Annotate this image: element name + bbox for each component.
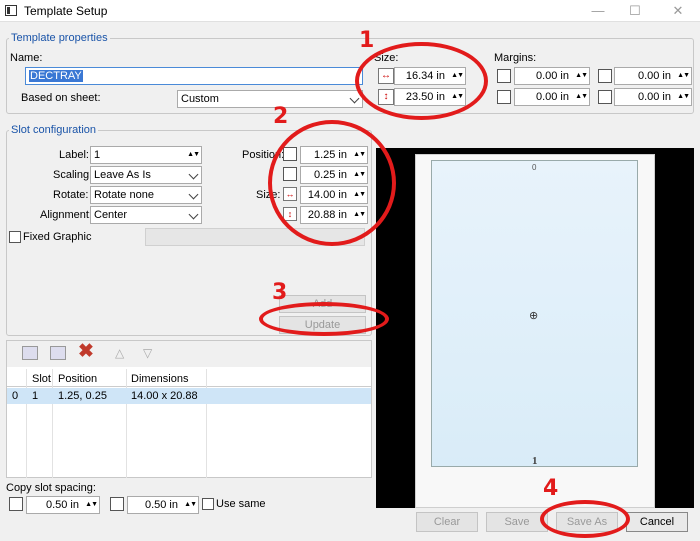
col-divider <box>26 369 27 478</box>
preview-bottom-label: 1 <box>532 455 538 467</box>
annotation-ring-1 <box>355 42 488 120</box>
margin-left-spinbox[interactable]: 0.00 in ▲▼ <box>514 67 590 85</box>
rotate-label: Rotate: <box>53 189 89 201</box>
chevron-down-icon <box>188 209 199 220</box>
col-header-dimensions[interactable]: Dimensions <box>131 373 188 385</box>
margin-left-icon <box>497 69 511 83</box>
row-slot: 1 <box>32 390 39 402</box>
scaling-label: Scaling: <box>53 169 93 181</box>
chevron-down-icon <box>188 169 199 180</box>
template-properties-legend: Template properties <box>9 32 110 44</box>
margin-top-value: 0.00 in <box>637 70 671 82</box>
label-spinbox[interactable]: 1 ▲▼ <box>90 146 202 164</box>
margin-top-icon <box>598 69 612 83</box>
annotation-ring-2 <box>268 120 396 246</box>
col-divider <box>126 369 127 478</box>
spin-arrows-icon[interactable]: ▲▼ <box>575 68 588 84</box>
margin-top-spinbox[interactable]: 0.00 in ▲▼ <box>614 67 692 85</box>
scaling-value: Leave As Is <box>94 169 151 181</box>
col-divider <box>206 369 207 478</box>
alignment-value: Center <box>94 209 128 221</box>
rotate-select[interactable]: Rotate none <box>90 186 202 204</box>
horizontal-spacing-icon <box>9 497 23 511</box>
horizontal-spacing-spinbox[interactable]: 0.50 in ▲▼ <box>26 496 100 514</box>
paste-slot-icon[interactable] <box>50 346 66 360</box>
move-up-icon[interactable]: △ <box>115 346 124 360</box>
based-on-select[interactable]: Custom <box>177 90 363 108</box>
based-on-value: Custom <box>181 93 219 105</box>
margin-left-value: 0.00 in <box>535 70 569 82</box>
margin-right-icon <box>497 90 511 104</box>
margin-right-value: 0.00 in <box>535 91 569 103</box>
annotation-ring-3 <box>259 302 389 336</box>
copy-spacing-label: Copy slot spacing: <box>6 482 96 494</box>
label-value: 1 <box>94 149 101 161</box>
delete-icon[interactable]: ✖ <box>78 342 94 362</box>
app-icon <box>5 5 17 16</box>
margin-bottom-icon <box>598 90 612 104</box>
row-index: 0 <box>12 390 19 402</box>
scaling-select[interactable]: Leave As Is <box>90 166 202 184</box>
close-icon[interactable]: ✕ <box>668 2 688 20</box>
preview-top-label: 0 <box>532 163 537 172</box>
cancel-button[interactable]: Cancel <box>626 512 688 532</box>
save-button[interactable]: Save <box>486 512 548 532</box>
annotation-4: 4 <box>543 476 559 501</box>
minimize-icon[interactable]: — <box>588 2 608 20</box>
margin-bottom-value: 0.00 in <box>637 91 671 103</box>
spin-arrows-icon[interactable]: ▲▼ <box>575 89 588 105</box>
spin-arrows-icon[interactable]: ▲▼ <box>677 68 690 84</box>
window-title: Template Setup <box>24 4 108 18</box>
col-divider <box>52 369 53 478</box>
clear-button[interactable]: Clear <box>416 512 478 532</box>
spin-arrows-icon[interactable]: ▲▼ <box>184 497 197 513</box>
annotation-3: 3 <box>272 280 288 305</box>
name-value: DECTRAY <box>29 70 83 82</box>
spin-arrows-icon[interactable]: ▲▼ <box>85 497 98 513</box>
based-on-label: Based on sheet: <box>21 92 101 104</box>
vertical-spacing-spinbox[interactable]: 0.50 in ▲▼ <box>127 496 199 514</box>
margin-right-spinbox[interactable]: 0.00 in ▲▼ <box>514 88 590 106</box>
annotation-ring-4 <box>540 500 630 538</box>
fixed-graphic-label: Fixed Graphic <box>23 231 92 243</box>
name-input[interactable]: DECTRAY <box>25 67 363 85</box>
margin-bottom-spinbox[interactable]: 0.00 in ▲▼ <box>614 88 692 106</box>
fixed-graphic-checkbox[interactable] <box>9 231 21 243</box>
alignment-select[interactable]: Center <box>90 206 202 224</box>
name-label: Name: <box>10 52 43 64</box>
crosshair-icon: ⊕ <box>529 310 539 322</box>
use-same-checkbox[interactable] <box>202 498 214 510</box>
use-same-label: Use same <box>216 498 266 510</box>
row-dimensions: 14.00 x 20.88 <box>131 390 198 402</box>
vertical-spacing-icon <box>110 497 124 511</box>
rotate-value: Rotate none <box>94 189 154 201</box>
vertical-spacing-value: 0.50 in <box>144 499 178 511</box>
chevron-down-icon <box>188 189 199 200</box>
label-label: Label: <box>59 149 89 161</box>
row-position: 1.25, 0.25 <box>58 390 107 402</box>
slot-configuration-legend: Slot configuration <box>9 124 98 136</box>
move-down-icon[interactable]: ▽ <box>143 346 152 360</box>
alignment-label: Alignment: <box>40 209 92 221</box>
spin-arrows-icon[interactable]: ▲▼ <box>187 147 200 163</box>
copy-slot-icon[interactable] <box>22 346 38 360</box>
annotation-2: 2 <box>273 104 289 129</box>
col-header-position[interactable]: Position <box>58 373 97 385</box>
annotation-1: 1 <box>359 28 375 53</box>
horizontal-spacing-value: 0.50 in <box>45 499 79 511</box>
col-header-slot[interactable]: Slot <box>32 373 51 385</box>
spin-arrows-icon[interactable]: ▲▼ <box>677 89 690 105</box>
margins-label: Margins: <box>494 52 537 64</box>
maximize-icon[interactable]: ☐ <box>625 2 645 20</box>
chevron-down-icon <box>349 93 360 104</box>
